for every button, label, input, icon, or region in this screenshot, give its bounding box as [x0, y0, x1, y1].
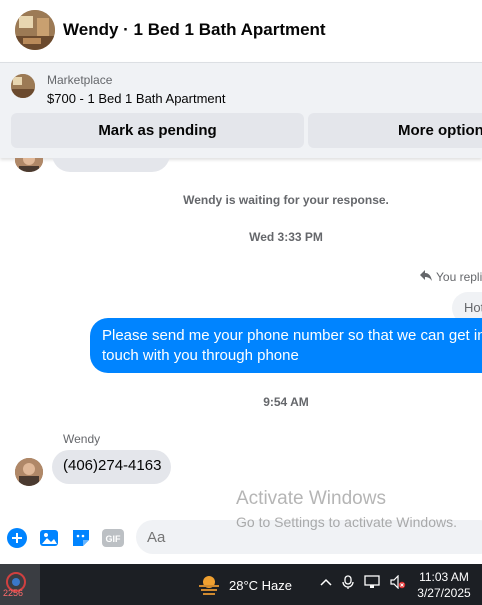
- replied-indicator: You replied: [420, 270, 482, 284]
- conversation-header: Wendy · 1 Bed 1 Bath Apartment: [0, 0, 482, 62]
- clock-date: 3/27/2025: [417, 586, 471, 600]
- replied-label: You replied: [436, 270, 482, 284]
- weather-text[interactable]: 28°C Haze: [229, 578, 292, 593]
- gif-icon[interactable]: GIF: [102, 527, 124, 549]
- waiting-status: Wendy is waiting for your response.: [183, 193, 389, 207]
- marketplace-banner: Marketplace $700 - 1 Bed 1 Bath Apartmen…: [0, 62, 482, 158]
- sender-name: Wendy: [63, 432, 101, 446]
- activate-windows-title: Activate Windows: [236, 488, 386, 509]
- wendy-avatar[interactable]: [15, 458, 43, 486]
- taskbar-badge: 2256: [3, 588, 24, 598]
- outgoing-message[interactable]: Please send me your phone number so that…: [90, 318, 482, 373]
- system-tray: [320, 574, 406, 594]
- messenger-window: Wendy · 1 Bed 1 Bath Apartment Marketpla…: [0, 0, 482, 605]
- previous-message-bubble: [52, 158, 170, 172]
- clock-time: 11:03 AM: [419, 570, 469, 584]
- reply-icon: [420, 270, 432, 284]
- mark-as-pending-button[interactable]: Mark as pending: [11, 113, 304, 148]
- taskbar-app-button[interactable]: 2256: [0, 564, 40, 605]
- plus-icon[interactable]: [6, 527, 28, 549]
- activate-windows-subtitle: Go to Settings to activate Windows.: [236, 514, 457, 530]
- taskbar-clock[interactable]: 11:03 AM 3/27/2025: [412, 569, 476, 601]
- timestamp-divider: 9:54 AM: [263, 395, 309, 409]
- apartment-avatar[interactable]: [15, 10, 55, 50]
- incoming-message[interactable]: (406)274-4163: [52, 450, 171, 484]
- message-list[interactable]: Wendy is waiting for your response. Wed …: [0, 158, 482, 514]
- conversation-title: Wendy · 1 Bed 1 Bath Apartment: [63, 20, 326, 39]
- svg-text:GIF: GIF: [106, 534, 122, 544]
- more-options-button[interactable]: More options: [308, 113, 482, 148]
- wendy-avatar: [15, 158, 43, 172]
- timestamp-divider: Wed 3:33 PM: [249, 230, 323, 244]
- network-icon[interactable]: [364, 575, 380, 594]
- chevron-up-icon[interactable]: [320, 576, 332, 594]
- marketplace-label: Marketplace: [47, 73, 113, 87]
- haze-weather-icon[interactable]: [197, 573, 221, 597]
- photo-icon[interactable]: [38, 527, 60, 549]
- mic-icon[interactable]: [342, 575, 354, 594]
- listing-thumbnail[interactable]: [11, 74, 35, 98]
- sticker-icon[interactable]: [70, 527, 92, 549]
- listing-title[interactable]: $700 - 1 Bed 1 Bath Apartment: [47, 91, 226, 106]
- volume-muted-icon[interactable]: [390, 574, 406, 594]
- windows-taskbar: 2256 28°C Haze 11:03 AM 3/27/2025: [0, 564, 482, 605]
